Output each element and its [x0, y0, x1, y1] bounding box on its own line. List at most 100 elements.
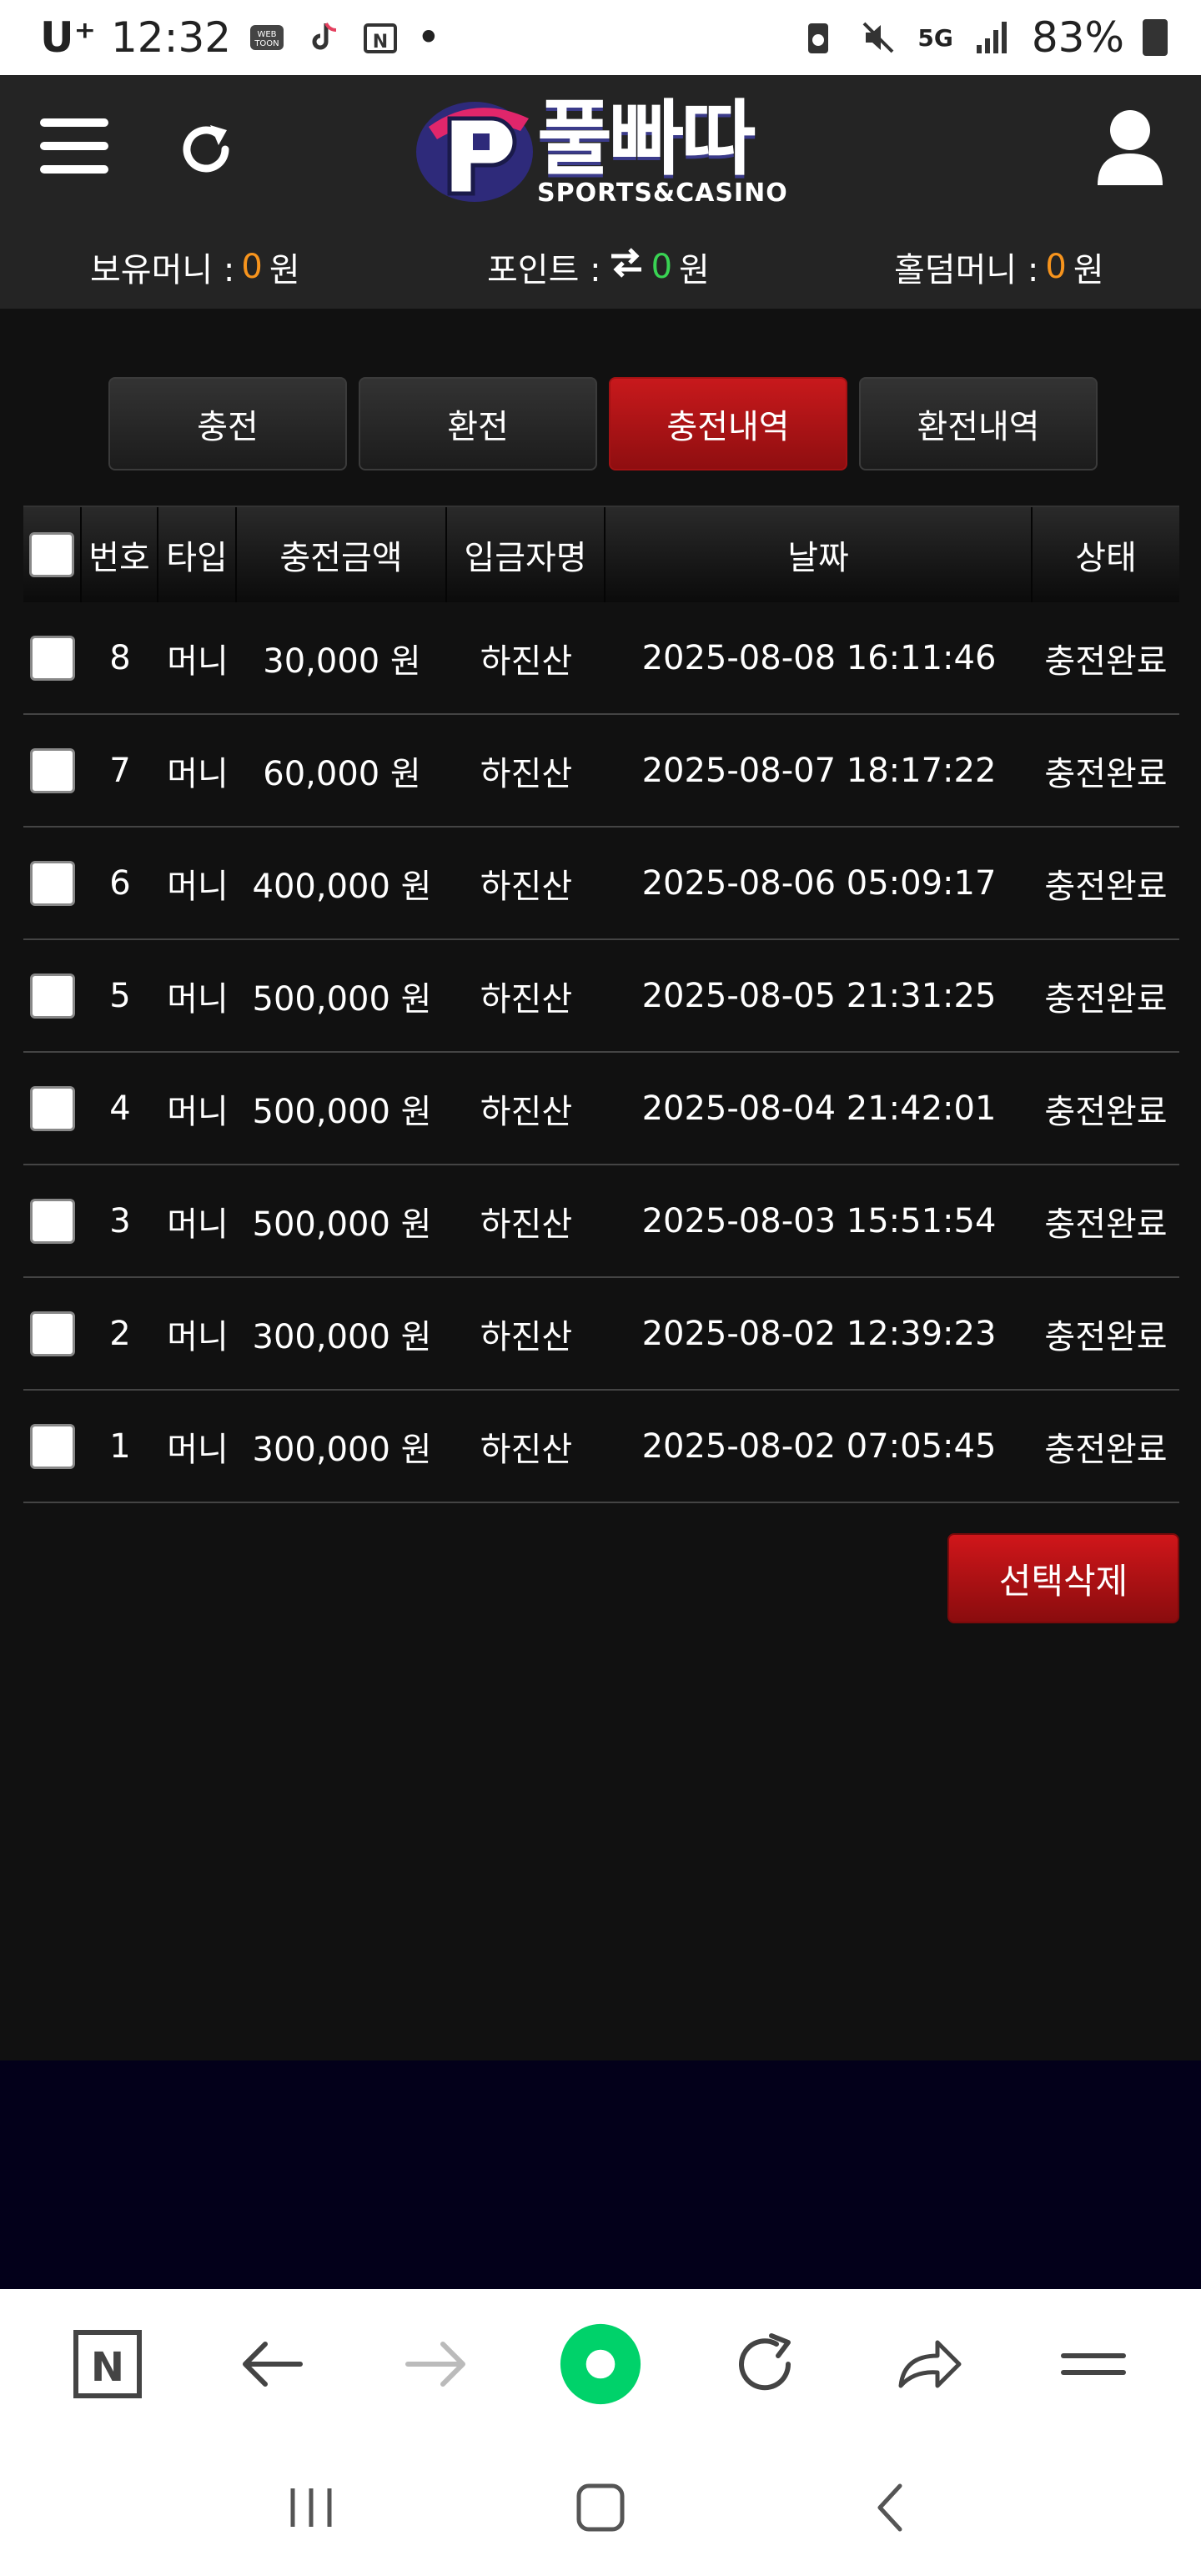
table-row: 2 머니 300,000 원 하진산 2025-08-02 12:39:23 충… — [23, 1278, 1179, 1391]
row-checkbox[interactable] — [30, 860, 75, 906]
tab-exchange-history[interactable]: 환전내역 — [859, 377, 1098, 470]
logo-p-icon — [412, 93, 537, 210]
row-date: 2025-08-02 07:05:45 — [641, 1426, 997, 1466]
table-row: 3 머니 500,000 원 하진산 2025-08-03 15:51:54 충… — [23, 1165, 1179, 1278]
row-status: 충전완료 — [1044, 1092, 1168, 1131]
row-amount: 500,000 원 — [252, 1092, 432, 1131]
row-checkbox[interactable] — [30, 635, 75, 681]
row-amount: 400,000 원 — [252, 867, 432, 906]
clock: 12:32 — [111, 13, 232, 62]
row-checkbox[interactable] — [30, 1198, 75, 1244]
row-date: 2025-08-02 12:39:23 — [641, 1314, 997, 1353]
svg-text:TOON: TOON — [254, 39, 279, 48]
tab-bar: 충전 환전 충전내역 환전내역 — [108, 377, 1098, 470]
row-date: 2025-08-05 21:31:25 — [641, 976, 997, 1015]
network-label: 5G — [917, 23, 953, 52]
footer-band — [0, 2060, 1201, 2289]
battery-icon — [1143, 19, 1168, 56]
holdem-label: 홀덤머니 : — [894, 251, 1039, 289]
system-back-icon[interactable] — [848, 2466, 932, 2549]
row-date: 2025-08-06 05:09:17 — [641, 863, 997, 903]
refresh-icon[interactable] — [175, 118, 237, 180]
back-arrow-icon[interactable] — [230, 2322, 314, 2406]
money-balance: 보유머니 : 0 원 — [90, 243, 300, 291]
header-amount: 충전금액 — [237, 507, 447, 602]
green-dot-menu-icon[interactable] — [559, 2322, 642, 2406]
menu-lines-icon[interactable] — [1052, 2322, 1135, 2406]
row-number: 8 — [109, 638, 131, 677]
charge-history-table: 번호 타입 충전금액 입금자명 날짜 상태 8 머니 30,000 원 하진산 … — [23, 506, 1179, 1503]
delete-selected-button[interactable]: 선택삭제 — [947, 1533, 1179, 1623]
tab-exchange[interactable]: 환전 — [359, 377, 597, 470]
row-number: 1 — [109, 1426, 131, 1466]
logo-subtitle: SPORTS&CASINO — [537, 179, 788, 208]
row-checkbox[interactable] — [30, 747, 75, 793]
header-type: 타입 — [158, 507, 237, 602]
tiktok-icon — [303, 17, 344, 58]
row-status: 충전완료 — [1044, 1205, 1168, 1244]
share-icon[interactable] — [887, 2322, 971, 2406]
logo-text: 풀빠따 — [537, 92, 756, 187]
signal-icon — [972, 17, 1013, 58]
row-status: 충전완료 — [1044, 979, 1168, 1019]
row-checkbox[interactable] — [30, 973, 75, 1019]
forward-arrow-icon[interactable] — [394, 2322, 478, 2406]
webtoon-icon: WEB TOON — [246, 17, 288, 58]
row-checkbox[interactable] — [30, 1311, 75, 1356]
row-number: 2 — [109, 1314, 131, 1353]
recent-apps-icon[interactable] — [269, 2466, 353, 2549]
browser-toolbar: N — [0, 2289, 1201, 2439]
point-label: 포인트 : — [487, 251, 601, 289]
row-amount: 60,000 원 — [263, 754, 421, 793]
row-number: 4 — [109, 1089, 131, 1128]
money-value: 0 — [241, 248, 263, 286]
svg-text:WEB: WEB — [258, 30, 277, 39]
row-amount: 300,000 원 — [252, 1430, 432, 1469]
exchange-arrows-icon[interactable] — [608, 246, 645, 288]
point-balance: 포인트 : 0 원 — [487, 243, 710, 291]
site-header: 풀빠따 SPORTS&CASINO 보유머니 : 0 원 포인트 : 0 원 홀… — [0, 75, 1201, 309]
row-number: 7 — [109, 751, 131, 790]
select-all-checkbox[interactable] — [29, 532, 74, 577]
header-number: 번호 — [82, 507, 158, 602]
row-amount: 500,000 원 — [252, 1205, 432, 1244]
point-value: 0 — [651, 248, 673, 286]
row-status: 충전완료 — [1044, 754, 1168, 793]
header-status: 상태 — [1075, 539, 1137, 577]
home-icon[interactable] — [559, 2466, 642, 2549]
row-date: 2025-08-08 16:11:46 — [641, 638, 997, 677]
row-depositor: 하진산 — [480, 1430, 573, 1469]
row-status: 충전완료 — [1044, 867, 1168, 906]
main-content: 충전 환전 충전내역 환전내역 번호 타입 충전금액 입금자명 날짜 상태 8 … — [0, 309, 1201, 2060]
row-checkbox[interactable] — [30, 1423, 75, 1469]
row-amount: 500,000 원 — [252, 979, 432, 1019]
row-amount: 30,000 원 — [263, 641, 421, 681]
user-icon[interactable] — [1096, 107, 1164, 187]
table-row: 5 머니 500,000 원 하진산 2025-08-05 21:31:25 충… — [23, 940, 1179, 1053]
table-row: 6 머니 400,000 원 하진산 2025-08-06 05:09:17 충… — [23, 828, 1179, 940]
naver-home-icon[interactable]: N — [66, 2322, 149, 2406]
tab-charge-history[interactable]: 충전내역 — [609, 377, 847, 470]
row-amount: 300,000 원 — [252, 1317, 432, 1356]
site-logo[interactable]: 풀빠따 SPORTS&CASINO — [412, 93, 796, 210]
header-depositor: 입금자명 — [447, 507, 606, 602]
row-number: 5 — [109, 976, 131, 1015]
row-type: 머니 — [167, 1092, 229, 1131]
row-checkbox[interactable] — [30, 1085, 75, 1131]
row-date: 2025-08-04 21:42:01 — [641, 1089, 997, 1128]
mute-icon — [857, 17, 899, 58]
holdem-balance: 홀덤머니 : 0 원 — [894, 243, 1104, 291]
row-depositor: 하진산 — [480, 1317, 573, 1356]
header-date: 날짜 — [606, 507, 1033, 602]
row-status: 충전완료 — [1044, 641, 1168, 681]
tab-charge[interactable]: 충전 — [108, 377, 347, 470]
balance-bar: 보유머니 : 0 원 포인트 : 0 원 홀덤머니 : 0 원 — [0, 225, 1201, 309]
status-bar: U⁺ 12:32 WEB TOON N • 5G 83% — [0, 0, 1201, 75]
row-type: 머니 — [167, 979, 229, 1019]
menu-icon[interactable] — [40, 118, 108, 177]
row-type: 머니 — [167, 1430, 229, 1469]
row-depositor: 하진산 — [480, 1205, 573, 1244]
money-label: 보유머니 : — [90, 251, 235, 289]
row-date: 2025-08-03 15:51:54 — [641, 1201, 997, 1240]
reload-icon[interactable] — [723, 2322, 807, 2406]
